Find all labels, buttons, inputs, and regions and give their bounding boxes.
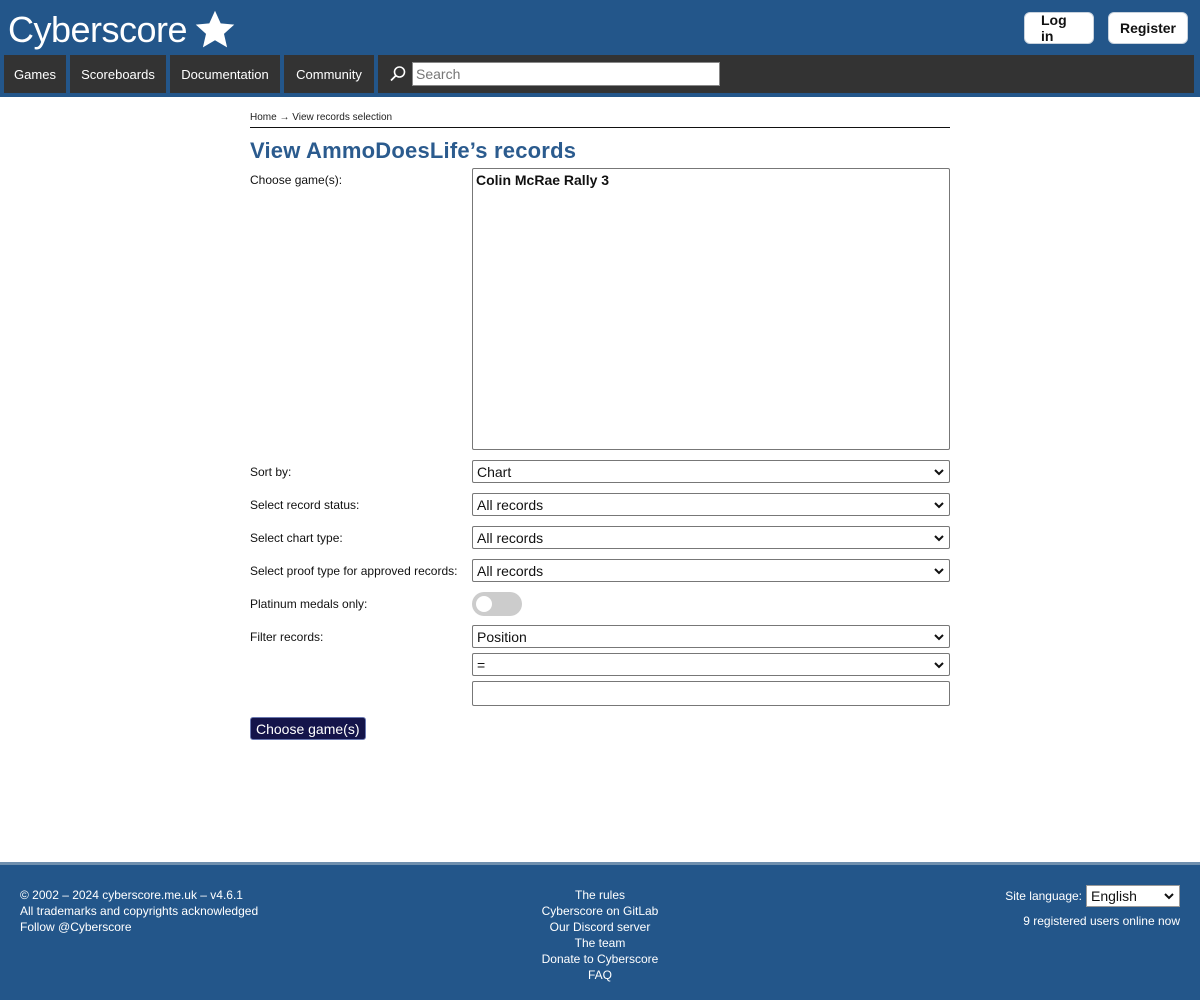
site-footer: © 2002 – 2024 cyberscore.me.uk – v4.6.1 … [0,862,1200,1000]
site-language-label: Site language: [1005,889,1082,903]
record-status-value: All records [477,496,544,513]
site-language-value: English [1091,888,1137,904]
row-sort-by: Sort by: Chart [250,460,950,493]
filter-label: Filter records: [250,630,324,644]
footer-right: Site language: English 9 registered user… [1005,885,1180,929]
site-logo[interactable]: Cyberscore [8,6,237,54]
site-header: Cyberscore Log in Register Games Scorebo… [0,0,1200,97]
chevron-down-icon [934,534,944,541]
row-proof-type: Select proof type for approved records: … [250,559,950,592]
site-language-select[interactable]: English [1086,885,1180,907]
chevron-down-icon [934,661,944,668]
platinum-label: Platinum medals only: [250,597,368,611]
trademarks-text: All trademarks and copyrights acknowledg… [20,904,259,918]
chevron-down-icon [934,501,944,508]
nav-community[interactable]: Community [284,55,374,93]
footer-link-discord[interactable]: Our Discord server [550,920,651,934]
nav-games[interactable]: Games [4,55,66,93]
footer-link-rules[interactable]: The rules [575,888,625,902]
footer-link-gitlab[interactable]: Cyberscore on GitLab [542,904,659,918]
users-online-text: 9 registered users online now [1023,914,1180,928]
row-platinum: Platinum medals only: [250,592,950,625]
page-title: View AmmoDoesLife’s records [250,138,577,163]
auth-buttons: Log in Register [1024,12,1188,44]
game-option[interactable]: Colin McRae Rally 3 [476,172,946,188]
site-language-row: Site language: English [1005,885,1180,907]
chart-type-value: All records [477,529,544,546]
proof-type-value: All records [477,562,544,579]
breadcrumb-home[interactable]: Home [250,112,277,123]
main-content: Home → View records selection View AmmoD… [250,98,950,740]
chevron-down-icon [934,567,944,574]
filter-field-select[interactable]: Position [472,625,950,648]
follow-link[interactable]: Follow @Cyberscore [20,920,132,934]
row-choose-games: Choose game(s): Colin McRae Rally 3 [250,168,950,460]
row-filter-operator: = [250,653,950,681]
choose-games-label: Choose game(s): [250,173,343,187]
toggle-knob [476,596,492,612]
copyright-text: © 2002 – 2024 cyberscore.me.uk – v4.6.1 [20,888,243,902]
logo-text: Cyberscore [8,9,188,50]
row-filter-value [250,681,950,711]
proof-type-select[interactable]: All records [472,559,950,582]
breadcrumb-current: View records selection [292,112,393,123]
search-input[interactable] [412,62,720,86]
search-icon[interactable] [388,64,408,84]
record-status-select[interactable]: All records [472,493,950,516]
chevron-down-icon [1164,893,1174,900]
proof-type-label: Select proof type for approved records: [250,564,458,578]
breadcrumb-separator: → [279,112,290,123]
chart-type-select[interactable]: All records [472,526,950,549]
filter-operator-value: = [477,656,486,673]
nav-scoreboards[interactable]: Scoreboards [70,55,166,93]
footer-links: The rules Cyberscore on GitLab Our Disco… [500,887,700,983]
footer-link-faq[interactable]: FAQ [588,968,612,982]
register-button[interactable]: Register [1108,12,1188,44]
filter-operator-select[interactable]: = [472,653,950,676]
footer-link-team[interactable]: The team [575,936,626,950]
sort-by-select[interactable]: Chart [472,460,950,483]
star-icon [195,10,235,48]
game-list[interactable]: Colin McRae Rally 3 [472,168,950,450]
chevron-down-icon [934,468,944,475]
breadcrumb: Home → View records selection [250,112,950,128]
record-status-label: Select record status: [250,498,360,512]
platinum-toggle[interactable] [472,592,522,616]
row-chart-type: Select chart type: All records [250,526,950,559]
row-record-status: Select record status: All records [250,493,950,526]
footer-left: © 2002 – 2024 cyberscore.me.uk – v4.6.1 … [20,887,258,935]
nav-search [378,55,1194,93]
login-button[interactable]: Log in [1024,12,1094,44]
row-filter: Filter records: Position [250,625,950,653]
chart-type-label: Select chart type: [250,531,343,545]
chevron-down-icon [934,633,944,640]
filter-value-input[interactable] [472,681,950,706]
footer-link-donate[interactable]: Donate to Cyberscore [542,952,659,966]
filter-field-value: Position [477,628,527,645]
sort-by-value: Chart [477,463,512,480]
sort-by-label: Sort by: [250,465,292,479]
main-nav: Games Scoreboards Documentation Communit… [0,55,1200,95]
nav-documentation[interactable]: Documentation [170,55,280,93]
choose-games-button[interactable]: Choose game(s) [250,717,366,740]
